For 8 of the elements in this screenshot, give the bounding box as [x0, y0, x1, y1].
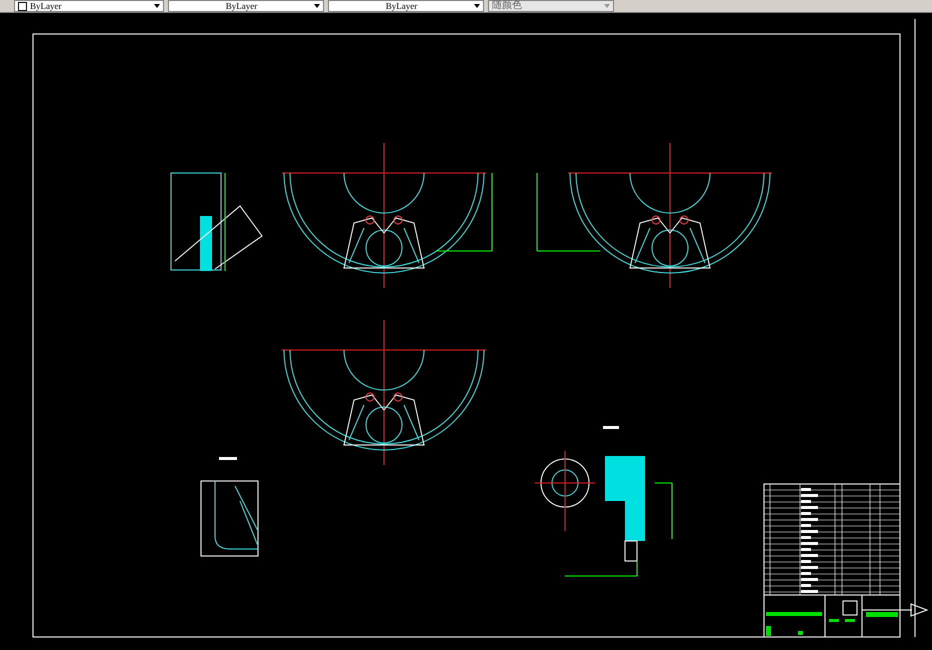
caret-icon: [154, 4, 160, 8]
caret-icon: [474, 4, 480, 8]
arrow-pointer-icon: [910, 603, 928, 617]
layer-dropdown[interactable]: ByLayer: [328, 0, 484, 12]
caret-icon: [314, 4, 320, 8]
caret-icon: [604, 4, 610, 8]
layer-dropdown[interactable]: ByLayer: [168, 0, 324, 12]
layer-dropdown[interactable]: ByLayer: [14, 0, 164, 12]
